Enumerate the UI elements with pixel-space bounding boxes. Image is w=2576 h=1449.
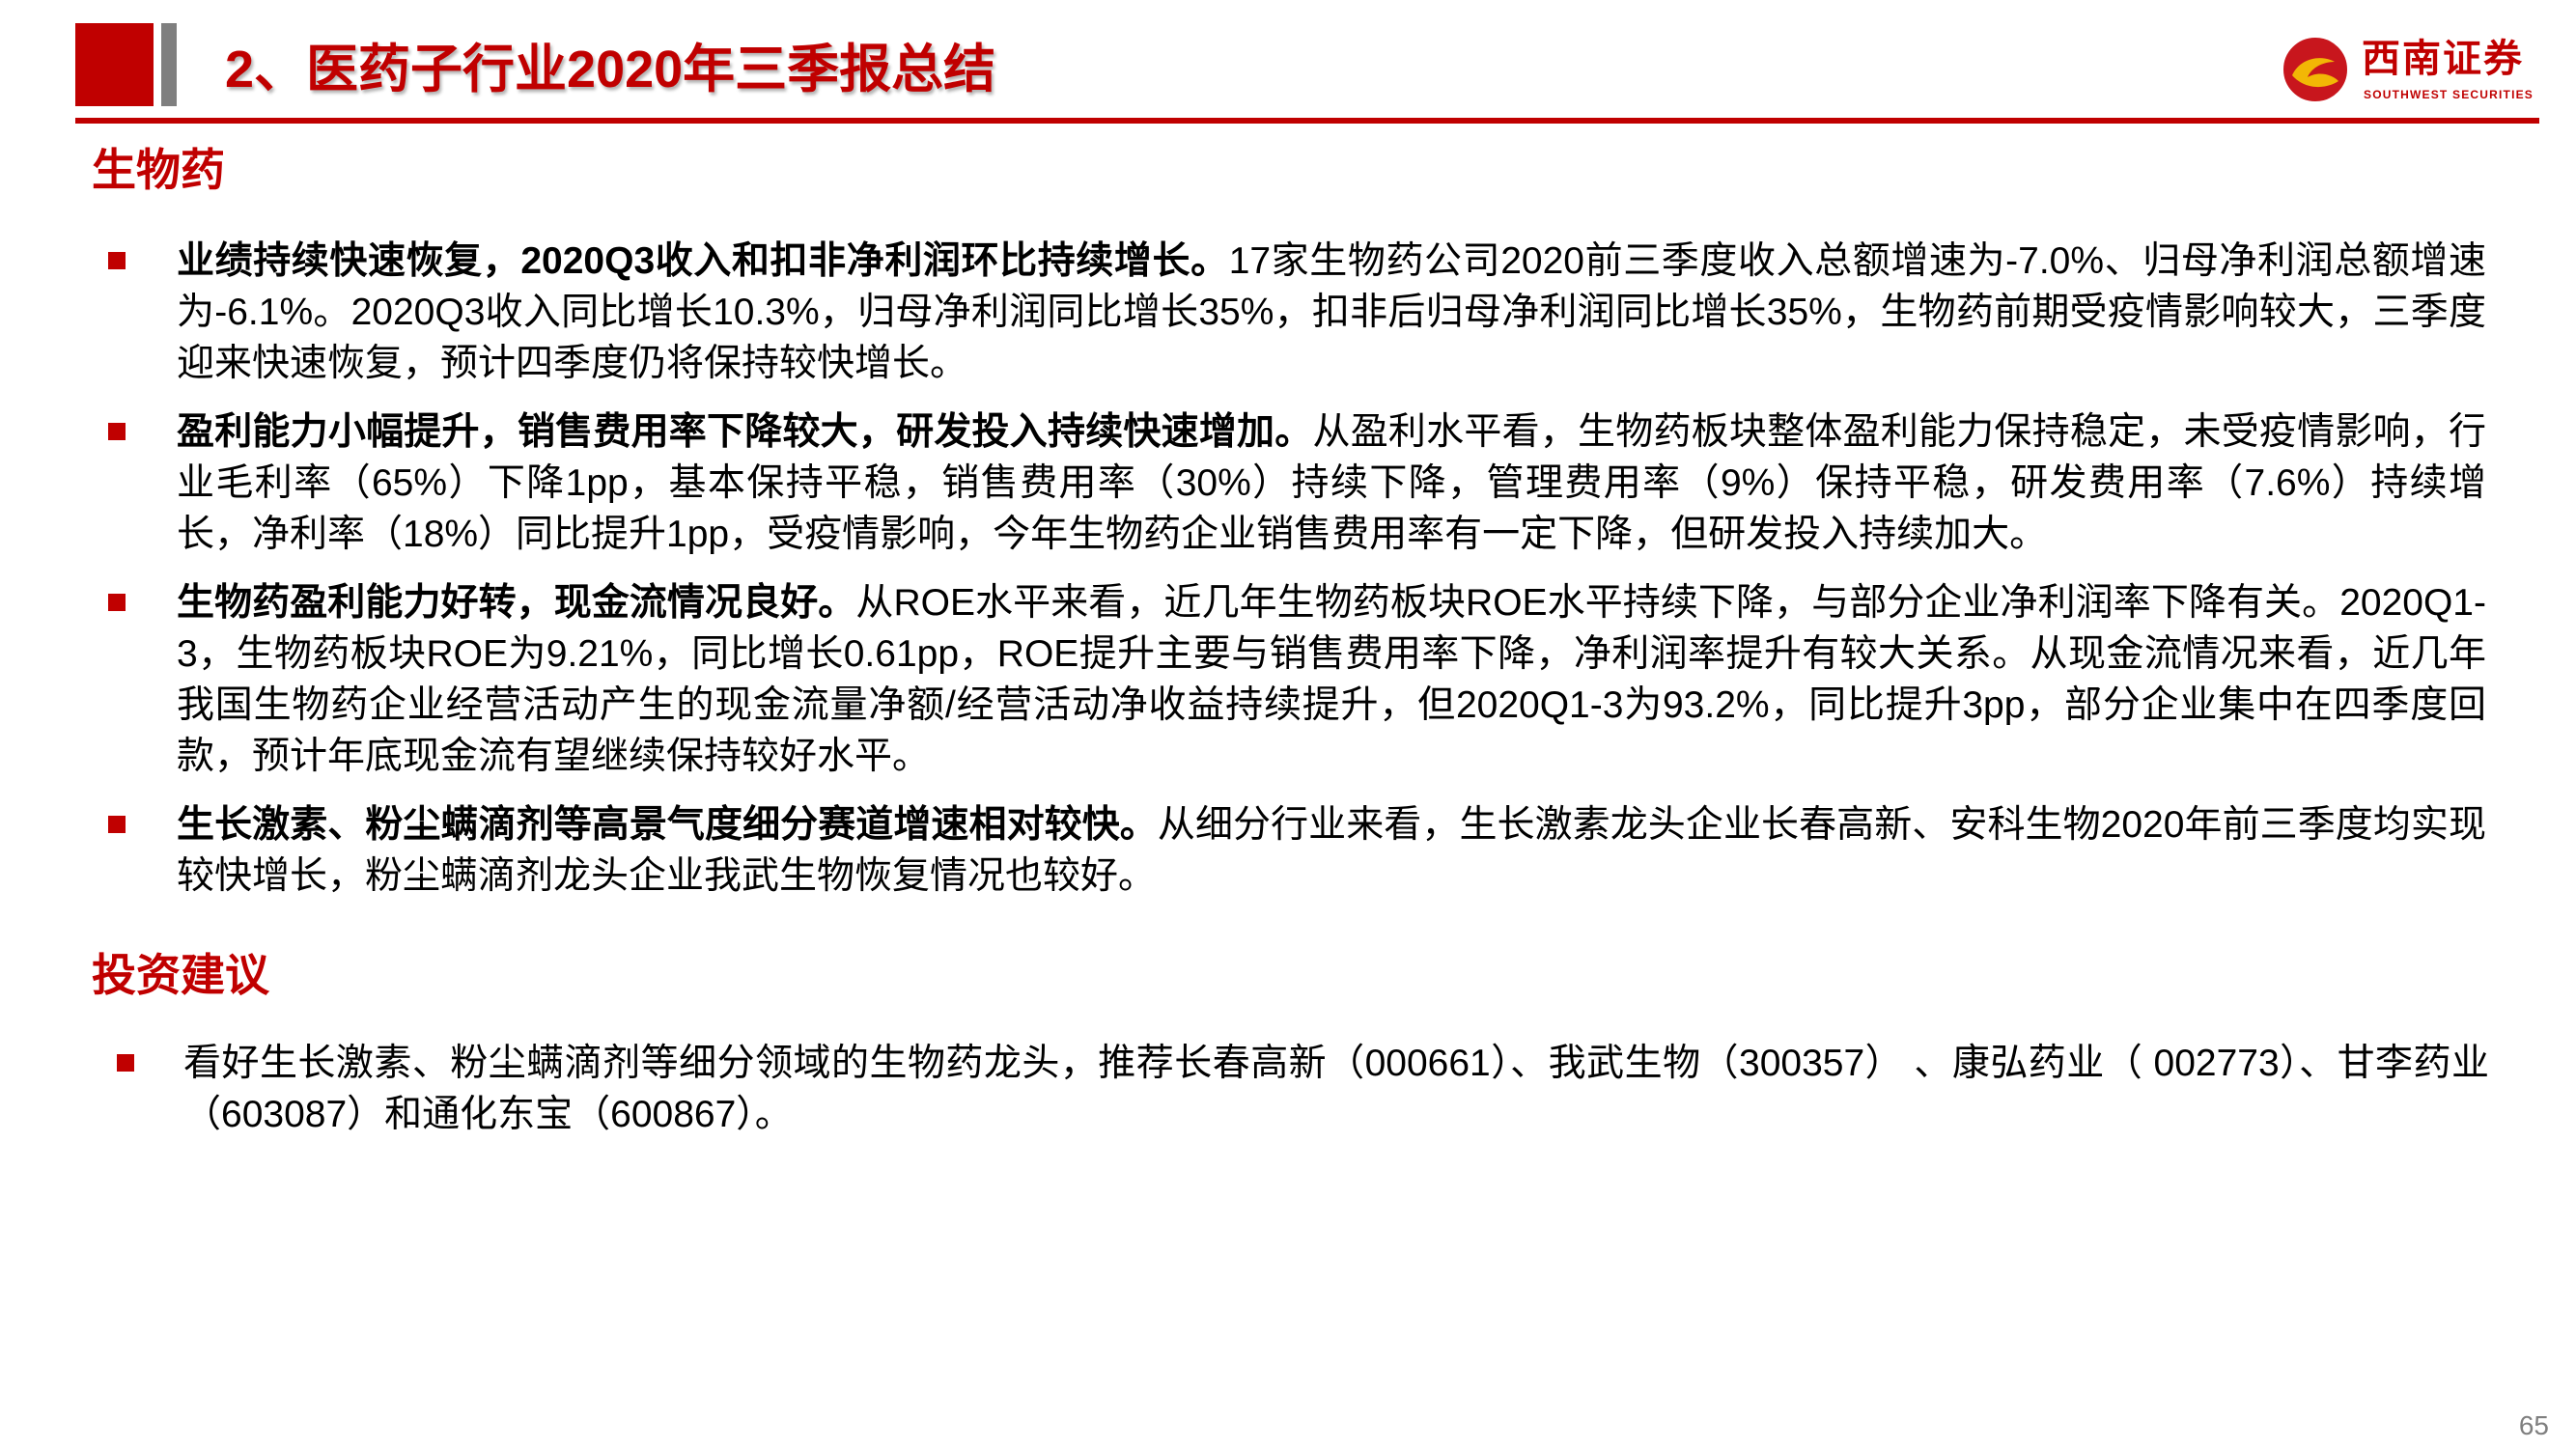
logo-name-cn: 西南证券 [2362,36,2524,81]
header-divider [75,118,2539,124]
logo-name-en: SOUTHWEST SECURITIES [2364,88,2534,101]
square-bullet-icon [108,423,126,440]
section-heading: 投资建议 [92,950,269,1000]
square-bullet-icon [108,594,126,611]
company-logo: 西南证券 SOUTHWEST SECURITIES [2279,29,2541,110]
page-number: 65 [2518,1410,2549,1440]
square-bullet-icon [108,252,126,269]
bullet-lead: 生长激素、粉尘螨滴剂等高景气度细分赛道增速相对较快。 [177,804,1158,846]
title-accent-bar [161,23,177,106]
bullet-list: 看好生长激素、粉尘螨滴剂等细分领域的生物药龙头，推荐长春高新（000661）、我… [0,1038,2576,1140]
bullet-list: 业绩持续快速恢复，2020Q3收入和扣非净利润环比持续增长。17家生物药公司20… [0,236,2576,902]
section-investment-advice: 投资建议 看好生长激素、粉尘螨滴剂等细分领域的生物药龙头，推荐长春高新（0006… [0,946,2576,1140]
bullet-lead: 盈利能力小幅提升，销售费用率下降较大，研发投入持续快速增加。 [177,411,1313,453]
list-item: 生长激素、粉尘螨滴剂等高景气度细分赛道增速相对较快。从细分行业来看，生长激素龙头… [108,799,2486,902]
title-accent-block [75,23,154,106]
square-bullet-icon [108,816,126,833]
section-biopharma: 生物药 业绩持续快速恢复，2020Q3收入和扣非净利润环比持续增长。17家生物药… [0,141,2576,902]
square-bullet-icon [117,1054,134,1072]
list-item: 生物药盈利能力好转，现金流情况良好。从ROE水平来看，近几年生物药板块ROE水平… [108,577,2486,782]
list-item: 业绩持续快速恢复，2020Q3收入和扣非净利润环比持续增长。17家生物药公司20… [108,236,2486,389]
list-item: 看好生长激素、粉尘螨滴剂等细分领域的生物药龙头，推荐长春高新（000661）、我… [117,1038,2489,1140]
bullet-lead: 业绩持续快速恢复，2020Q3收入和扣非净利润环比持续增长。 [177,240,1229,282]
bullet-body: 看好生长激素、粉尘螨滴剂等细分领域的生物药龙头，推荐长春高新（000661）、我… [183,1043,2489,1135]
southwest-securities-logo-icon [2282,36,2349,103]
page-title: 2、医药子行业2020年三季报总结 [225,41,996,98]
slide-content: 生物药 业绩持续快速恢复，2020Q3收入和扣非净利润环比持续增长。17家生物药… [0,141,2576,1140]
section-heading: 生物药 [92,145,225,195]
list-item: 盈利能力小幅提升，销售费用率下降较大，研发投入持续快速增加。从盈利水平看，生物药… [108,406,2486,560]
bullet-lead: 生物药盈利能力好转，现金流情况良好。 [177,582,856,624]
